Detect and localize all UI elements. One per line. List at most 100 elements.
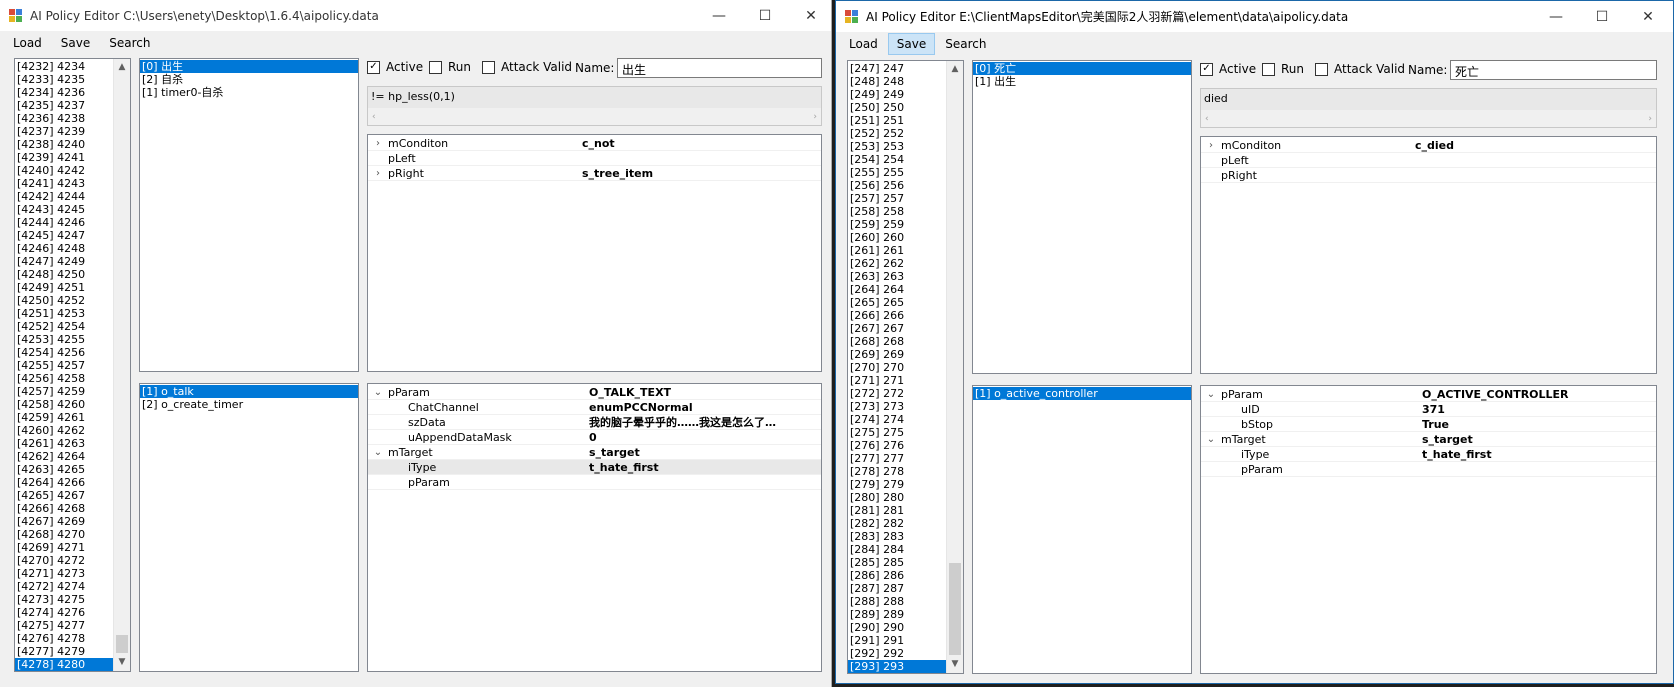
property-row[interactable]: ⌄ pParam O_TALK_TEXT (368, 385, 821, 400)
property-row[interactable]: ⌄ mTarget s_target (368, 445, 821, 460)
policy-id-item[interactable]: [4261] 4263 (15, 437, 113, 450)
policy-id-item[interactable]: [4255] 4257 (15, 359, 113, 372)
property-row[interactable]: iType t_hate_first (1201, 447, 1656, 462)
policy-id-item[interactable]: [272] 272 (848, 387, 946, 400)
policy-id-item[interactable]: [289] 289 (848, 608, 946, 621)
policy-id-item[interactable]: [4234] 4236 (15, 86, 113, 99)
policy-id-item[interactable]: [256] 256 (848, 179, 946, 192)
maximize-icon[interactable]: ☐ (742, 0, 788, 31)
expand-arrow-icon[interactable]: ⌄ (1201, 387, 1221, 401)
trigger-list[interactable]: [0] 出生 [2] 自杀 [1] timer0-自杀 (139, 58, 359, 372)
condition-property-grid[interactable]: › mConditon c_died pLeft pRight (1200, 136, 1657, 374)
policy-id-item[interactable]: [4251] 4253 (15, 307, 113, 320)
expand-arrow-icon[interactable]: ⌄ (368, 445, 388, 459)
policy-id-item[interactable]: [4265] 4267 (15, 489, 113, 502)
property-row[interactable]: › pRight s_tree_item (368, 166, 821, 181)
policy-id-item[interactable]: [4238] 4240 (15, 138, 113, 151)
policy-id-item[interactable]: [260] 260 (848, 231, 946, 244)
policy-id-item[interactable]: [4232] 4234 (15, 60, 113, 73)
policy-id-item[interactable]: [4244] 4246 (15, 216, 113, 229)
right-title-bar[interactable]: AI Policy Editor E:\ClientMapsEditor\完美国… (836, 1, 1673, 32)
operation-item[interactable]: [2] o_create_timer (140, 398, 358, 411)
policy-id-item[interactable]: [4264] 4266 (15, 476, 113, 489)
scroll-left-icon[interactable]: ‹ (1205, 114, 1209, 124)
policy-id-item[interactable]: [4241] 4243 (15, 177, 113, 190)
policy-id-item[interactable]: [284] 284 (848, 543, 946, 556)
property-row[interactable]: ChatChannel enumPCCNormal (368, 400, 821, 415)
expand-arrow-icon[interactable]: › (368, 136, 388, 150)
policy-id-item[interactable]: [277] 277 (848, 452, 946, 465)
policy-id-item[interactable]: [273] 273 (848, 400, 946, 413)
close-icon[interactable]: ✕ (1625, 1, 1671, 32)
policy-id-item[interactable]: [283] 283 (848, 530, 946, 543)
policy-id-item[interactable]: [4273] 4275 (15, 593, 113, 606)
property-row[interactable]: pParam (368, 475, 821, 490)
run-checkbox[interactable]: Run (1262, 62, 1304, 76)
left-title-bar[interactable]: AI Policy Editor C:\Users\enety\Desktop\… (0, 0, 831, 31)
name-field[interactable]: 出生 (617, 58, 822, 78)
policy-id-item[interactable]: [4239] 4241 (15, 151, 113, 164)
trigger-item[interactable]: [1] 出生 (973, 75, 1191, 88)
policy-id-item[interactable]: [263] 263 (848, 270, 946, 283)
policy-id-item[interactable]: [281] 281 (848, 504, 946, 517)
policy-id-item[interactable]: [249] 249 (848, 88, 946, 101)
minimize-icon[interactable]: — (696, 0, 742, 31)
policy-id-item[interactable]: [4233] 4235 (15, 73, 113, 86)
policy-id-item[interactable]: [248] 248 (848, 75, 946, 88)
condition-expression[interactable]: != hp_less(0,1) ‹ › (367, 86, 822, 126)
policy-id-item[interactable]: [4252] 4254 (15, 320, 113, 333)
policy-id-item[interactable]: [250] 250 (848, 101, 946, 114)
operation-list[interactable]: [1] o_talk [2] o_create_timer (139, 383, 359, 672)
expand-arrow-icon[interactable]: › (1201, 138, 1221, 152)
policy-id-item[interactable]: [279] 279 (848, 478, 946, 491)
policy-id-item[interactable]: [4236] 4238 (15, 112, 113, 125)
trigger-item[interactable]: [0] 死亡 (973, 62, 1191, 75)
property-row[interactable]: pParam (1201, 462, 1656, 477)
property-value[interactable]: 0 (589, 430, 817, 445)
policy-id-item[interactable]: [290] 290 (848, 621, 946, 634)
policy-id-item[interactable]: [4267] 4269 (15, 515, 113, 528)
property-row[interactable]: › mConditon c_died (1201, 138, 1656, 153)
property-value[interactable]: t_hate_first (589, 460, 817, 475)
policy-id-item[interactable]: [4249] 4251 (15, 281, 113, 294)
property-value[interactable]: s_target (1422, 432, 1652, 447)
policy-id-item[interactable]: [4268] 4270 (15, 528, 113, 541)
policy-id-item[interactable]: [4248] 4250 (15, 268, 113, 281)
policy-id-item[interactable]: [269] 269 (848, 348, 946, 361)
policy-id-item[interactable]: [257] 257 (848, 192, 946, 205)
operation-list[interactable]: [1] o_active_controller (972, 385, 1192, 674)
policy-id-item[interactable]: [4242] 4244 (15, 190, 113, 203)
policy-id-item[interactable]: [278] 278 (848, 465, 946, 478)
active-checkbox[interactable]: ✓ Active (367, 60, 423, 74)
policy-id-item[interactable]: [255] 255 (848, 166, 946, 179)
policy-list-scrollbar[interactable]: ▲ ▼ (113, 59, 130, 671)
policy-id-item[interactable]: [276] 276 (848, 439, 946, 452)
policy-id-item[interactable]: [262] 262 (848, 257, 946, 270)
policy-id-item[interactable]: [4245] 4247 (15, 229, 113, 242)
close-icon[interactable]: ✕ (788, 0, 831, 31)
attack-valid-checkbox[interactable]: Attack Valid (1315, 62, 1405, 76)
menu-save[interactable]: Save (887, 33, 936, 55)
policy-id-item[interactable]: [259] 259 (848, 218, 946, 231)
operation-property-grid[interactable]: ⌄ pParam O_TALK_TEXT ChatChannel enumPCCNorm… (367, 383, 822, 672)
property-row[interactable]: szData 我的脑子晕乎乎的……我这是怎么了… (368, 415, 821, 430)
policy-id-item[interactable]: [4263] 4265 (15, 463, 113, 476)
trigger-item[interactable]: [0] 出生 (140, 60, 358, 73)
name-field[interactable]: 死亡 (1450, 60, 1657, 80)
policy-id-item[interactable]: [4271] 4273 (15, 567, 113, 580)
policy-id-item[interactable]: [4253] 4255 (15, 333, 113, 346)
policy-id-item[interactable]: [280] 280 (848, 491, 946, 504)
policy-id-item[interactable]: [286] 286 (848, 569, 946, 582)
policy-id-item[interactable]: [275] 275 (848, 426, 946, 439)
expand-arrow-icon[interactable]: ⌄ (368, 385, 388, 399)
property-value[interactable]: 371 (1422, 402, 1652, 417)
property-value[interactable]: s_tree_item (582, 166, 817, 181)
scroll-right-icon[interactable]: › (813, 112, 817, 122)
policy-id-item[interactable]: [293] 293 (848, 660, 946, 673)
policy-id-item[interactable]: [287] 287 (848, 582, 946, 595)
trigger-list[interactable]: [0] 死亡 [1] 出生 (972, 60, 1192, 374)
policy-id-item[interactable]: [268] 268 (848, 335, 946, 348)
policy-id-item[interactable]: [292] 292 (848, 647, 946, 660)
policy-id-item[interactable]: [274] 274 (848, 413, 946, 426)
policy-id-item[interactable]: [4256] 4258 (15, 372, 113, 385)
